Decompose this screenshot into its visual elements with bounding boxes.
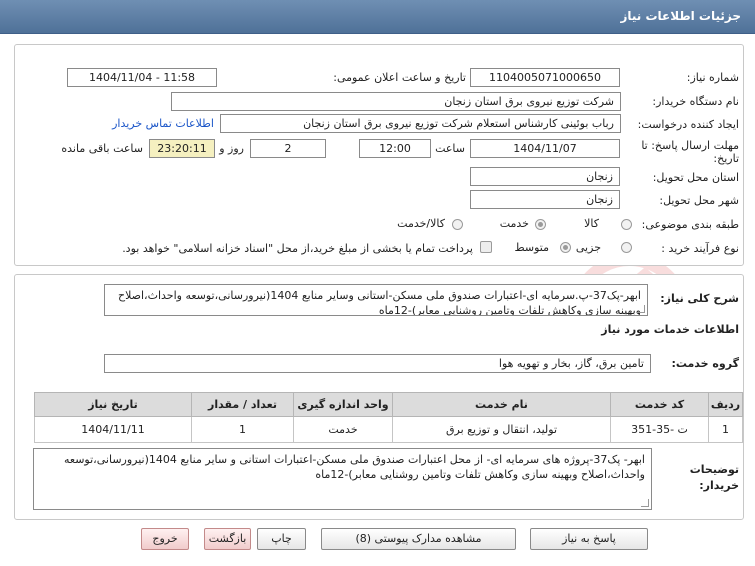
table-header-row: ردیف کد خدمت نام خدمت واحد اندازه گیری ت… xyxy=(34,392,743,417)
service-group-label: گروه خدمت: xyxy=(671,357,739,370)
resize-grip-icon[interactable] xyxy=(637,305,645,313)
deadline-time-field[interactable]: 12:00 xyxy=(359,139,431,158)
buyer-org-label: نام دستگاه خریدار: xyxy=(652,95,739,108)
respond-button[interactable]: پاسخ به نیاز xyxy=(530,528,648,550)
exit-button[interactable]: خروج xyxy=(141,528,189,550)
days-label: روز و xyxy=(219,142,244,155)
table-cell: ت -35-351 xyxy=(610,416,709,443)
creator-label: ایجاد کننده درخواست: xyxy=(637,118,739,131)
category-radio-both[interactable] xyxy=(452,219,463,230)
column-header: تاریخ نیاز xyxy=(34,392,192,417)
description-label: شرح کلی نیاز: xyxy=(660,292,739,305)
table-cell: 1 xyxy=(191,416,294,443)
need-number-label: شماره نیاز: xyxy=(686,71,739,84)
services-section-title: اطلاعات خدمات مورد نیاز xyxy=(601,323,739,336)
announce-date-field[interactable]: 1404/11/04 - 11:58 xyxy=(67,68,217,87)
remaining-time-field: 23:20:11 xyxy=(149,139,215,158)
table-cell: 1 xyxy=(708,416,743,443)
province-field[interactable]: زنجان xyxy=(470,167,620,186)
description-text: ابهر-پک37-پ.سرمایه ای-اعتبارات صندوق ملی… xyxy=(117,289,641,316)
page-header: جزئیات اطلاعات نیاز xyxy=(0,0,755,34)
column-header: کد خدمت xyxy=(610,392,709,417)
buyer-notes-text: ابهر- پک37-پروژه های سرمایه ای- از محل ا… xyxy=(64,453,645,481)
city-label: شهر محل تحویل: xyxy=(659,194,739,207)
process-radio-medium[interactable] xyxy=(560,242,571,253)
deadline-label: مهلت ارسال پاسخ: تا تاریخ: xyxy=(641,139,739,165)
table-cell: خدمت xyxy=(293,416,393,443)
need-number-field[interactable]: 1104005071000650 xyxy=(470,68,620,87)
province-label: استان محل تحویل: xyxy=(652,171,739,184)
page-title: جزئیات اطلاعات نیاز xyxy=(620,9,741,23)
column-header: تعداد / مقدار xyxy=(191,392,294,417)
description-field[interactable]: ابهر-پک37-پ.سرمایه ای-اعتبارات صندوق ملی… xyxy=(104,284,648,316)
category-option-service: خدمت xyxy=(499,217,529,230)
attachments-button[interactable]: مشاهده مدارک پیوستی (8) xyxy=(321,528,516,550)
category-radio-goods[interactable] xyxy=(621,219,632,230)
print-button[interactable]: چاپ xyxy=(257,528,306,550)
column-header: ردیف xyxy=(708,392,743,417)
process-option-minor: جزیی xyxy=(575,241,601,254)
process-radio-minor[interactable] xyxy=(621,242,632,253)
category-option-both: کالا/خدمت xyxy=(397,217,445,230)
buyer-org-field[interactable]: شرکت توزیع نیروی برق استان زنجان xyxy=(171,92,621,111)
treasury-checkbox[interactable] xyxy=(480,241,492,253)
column-header: واحد اندازه گیری xyxy=(293,392,393,417)
remaining-time-label: ساعت باقی مانده xyxy=(61,142,143,155)
treasury-note: پرداخت تمام یا بخشی از مبلغ خرید،از محل … xyxy=(122,242,473,255)
category-label: طبقه بندی موضوعی: xyxy=(641,218,739,231)
process-label: نوع فرآیند خرید : xyxy=(661,242,739,255)
deadline-date-field[interactable]: 1404/11/07 xyxy=(470,139,620,158)
service-group-field[interactable]: تامین برق، گاز، بخار و تهویه هوا xyxy=(104,354,651,373)
buyer-notes-label: توضیحات خریدار: xyxy=(689,463,739,492)
category-option-goods: کالا xyxy=(584,217,599,230)
announce-date-label: تاریخ و ساعت اعلان عمومی: xyxy=(333,71,466,84)
creator-field[interactable]: رباب بوئینی کارشناس استعلام شرکت توزیع ن… xyxy=(220,114,621,133)
services-table: ردیف کد خدمت نام خدمت واحد اندازه گیری ت… xyxy=(34,392,743,443)
city-field[interactable]: زنجان xyxy=(470,190,620,209)
buyer-notes-field[interactable]: ابهر- پک37-پروژه های سرمایه ای- از محل ا… xyxy=(33,448,652,510)
table-cell: 1404/11/11 xyxy=(34,416,192,443)
table-row[interactable]: 1 ت -35-351 تولید، انتقال و توزیع برق خد… xyxy=(34,416,743,443)
column-header: نام خدمت xyxy=(392,392,611,417)
category-radio-service[interactable] xyxy=(535,219,546,230)
deadline-time-label: ساعت xyxy=(435,142,465,155)
table-cell: تولید، انتقال و توزیع برق xyxy=(392,416,611,443)
resize-grip-icon[interactable] xyxy=(641,499,649,507)
back-button[interactable]: بازگشت xyxy=(204,528,251,550)
process-option-medium: متوسط xyxy=(514,241,549,254)
days-field[interactable]: 2 xyxy=(250,139,326,158)
buyer-contact-link[interactable]: اطلاعات تماس خریدار xyxy=(112,117,214,130)
